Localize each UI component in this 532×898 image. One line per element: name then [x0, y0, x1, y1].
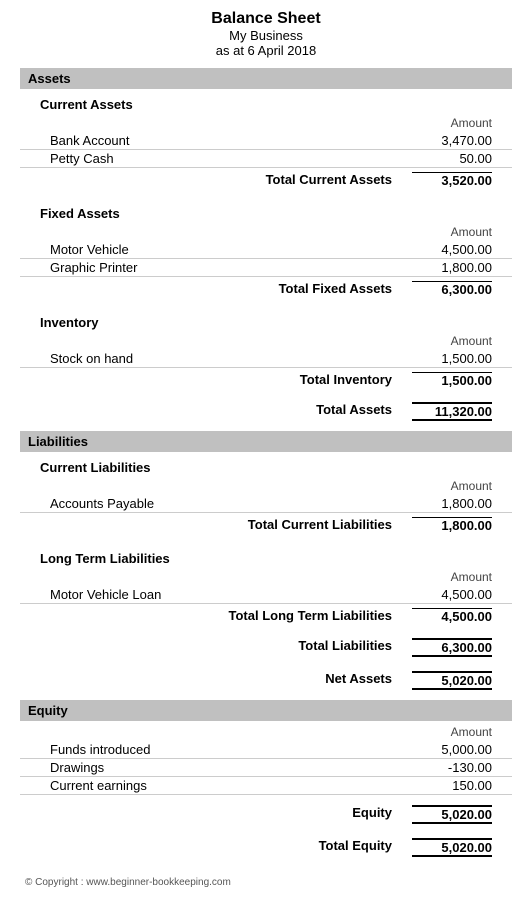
petty-cash-amount: 50.00	[412, 151, 492, 166]
business-name: My Business	[20, 28, 512, 43]
total-current-liabilities-amount: 1,800.00	[412, 517, 492, 533]
total-assets-amount: 11,320.00	[412, 402, 492, 421]
accounts-payable-amount: 1,800.00	[412, 496, 492, 511]
total-current-assets-label: Total Current Assets	[266, 172, 392, 188]
inventory-title: Inventory	[40, 315, 512, 330]
fixed-assets-amount-header: Amount	[20, 225, 512, 239]
long-term-liabilities-amount-header: Amount	[20, 570, 512, 584]
list-item: Stock on hand 1,500.00	[20, 350, 512, 368]
current-assets-title: Current Assets	[40, 97, 512, 112]
list-item: Motor Vehicle 4,500.00	[20, 241, 512, 259]
motor-vehicle-loan-label: Motor Vehicle Loan	[50, 587, 412, 602]
funds-introduced-amount: 5,000.00	[412, 742, 492, 757]
liabilities-section-header: Liabilities	[20, 431, 512, 452]
net-assets-label: Net Assets	[325, 671, 392, 690]
list-item: Funds introduced 5,000.00	[20, 741, 512, 759]
list-item: Petty Cash 50.00	[20, 150, 512, 168]
current-liabilities-title: Current Liabilities	[40, 460, 512, 475]
fixed-assets-title: Fixed Assets	[40, 206, 512, 221]
footer-text: © Copyright : www.beginner-bookkeeping.c…	[25, 877, 231, 888]
funds-introduced-label: Funds introduced	[50, 742, 412, 757]
total-current-liabilities-row: Total Current Liabilities 1,800.00	[20, 513, 512, 537]
total-inventory-amount: 1,500.00	[412, 372, 492, 388]
total-liabilities-label: Total Liabilities	[298, 638, 392, 657]
assets-section-header: Assets	[20, 68, 512, 89]
total-assets-label: Total Assets	[316, 402, 392, 421]
list-item: Bank Account 3,470.00	[20, 132, 512, 150]
net-assets-amount: 5,020.00	[412, 671, 492, 690]
total-equity-label: Total Equity	[319, 838, 392, 857]
report-title: Balance Sheet	[20, 10, 512, 28]
equity-amount-header: Amount	[20, 725, 512, 739]
total-long-term-liabilities-label: Total Long Term Liabilities	[229, 608, 392, 624]
long-term-liabilities-title: Long Term Liabilities	[40, 551, 512, 566]
stock-on-hand-amount: 1,500.00	[412, 351, 492, 366]
equity-section-header: Equity	[20, 700, 512, 721]
report-header: Balance Sheet My Business as at 6 April …	[20, 10, 512, 58]
total-liabilities-amount: 6,300.00	[412, 638, 492, 657]
list-item: Current earnings 150.00	[20, 777, 512, 795]
current-earnings-label: Current earnings	[50, 778, 412, 793]
current-earnings-amount: 150.00	[412, 778, 492, 793]
bank-account-label: Bank Account	[50, 133, 412, 148]
motor-vehicle-amount: 4,500.00	[412, 242, 492, 257]
list-item: Accounts Payable 1,800.00	[20, 495, 512, 513]
equity-total-row: Equity 5,020.00	[20, 801, 512, 828]
report-date: as at 6 April 2018	[20, 43, 512, 58]
equity-amount: 5,020.00	[412, 805, 492, 824]
total-fixed-assets-label: Total Fixed Assets	[279, 281, 392, 297]
total-fixed-assets-row: Total Fixed Assets 6,300.00	[20, 277, 512, 301]
current-liabilities-amount-header: Amount	[20, 479, 512, 493]
list-item: Motor Vehicle Loan 4,500.00	[20, 586, 512, 604]
total-current-liabilities-label: Total Current Liabilities	[248, 517, 392, 533]
total-assets-row: Total Assets 11,320.00	[20, 398, 512, 425]
total-inventory-row: Total Inventory 1,500.00	[20, 368, 512, 392]
net-assets-row: Net Assets 5,020.00	[20, 667, 512, 694]
total-current-assets-row: Total Current Assets 3,520.00	[20, 168, 512, 192]
total-inventory-label: Total Inventory	[300, 372, 392, 388]
inventory-amount-header: Amount	[20, 334, 512, 348]
total-liabilities-row: Total Liabilities 6,300.00	[20, 634, 512, 661]
stock-on-hand-label: Stock on hand	[50, 351, 412, 366]
total-current-assets-amount: 3,520.00	[412, 172, 492, 188]
graphic-printer-label: Graphic Printer	[50, 260, 412, 275]
drawings-amount: -130.00	[412, 760, 492, 775]
graphic-printer-amount: 1,800.00	[412, 260, 492, 275]
list-item: Drawings -130.00	[20, 759, 512, 777]
motor-vehicle-loan-amount: 4,500.00	[412, 587, 492, 602]
equity-label: Equity	[352, 805, 392, 824]
bank-account-amount: 3,470.00	[412, 133, 492, 148]
footer: © Copyright : www.beginner-bookkeeping.c…	[20, 877, 512, 888]
accounts-payable-label: Accounts Payable	[50, 496, 412, 511]
current-assets-amount-header: Amount	[20, 116, 512, 130]
drawings-label: Drawings	[50, 760, 412, 775]
motor-vehicle-label: Motor Vehicle	[50, 242, 412, 257]
page: Balance Sheet My Business as at 6 April …	[0, 0, 532, 898]
total-equity-amount: 5,020.00	[412, 838, 492, 857]
total-equity-row: Total Equity 5,020.00	[20, 834, 512, 861]
total-fixed-assets-amount: 6,300.00	[412, 281, 492, 297]
list-item: Graphic Printer 1,800.00	[20, 259, 512, 277]
petty-cash-label: Petty Cash	[50, 151, 412, 166]
total-long-term-liabilities-row: Total Long Term Liabilities 4,500.00	[20, 604, 512, 628]
total-long-term-liabilities-amount: 4,500.00	[412, 608, 492, 624]
